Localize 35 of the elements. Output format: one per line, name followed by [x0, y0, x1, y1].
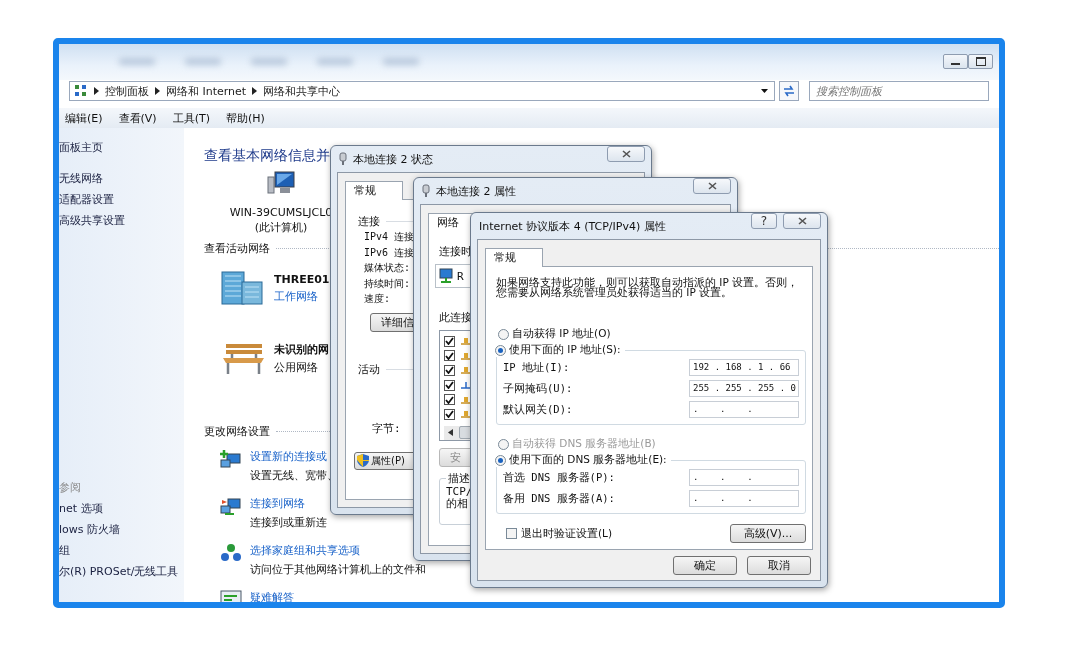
field-label: 首选 DNS 服务器(P):: [503, 470, 615, 485]
group-heading: 连接: [358, 214, 380, 229]
description-text: TCP/: [446, 485, 473, 498]
task-description: 连接到或重新连: [250, 515, 327, 530]
network-type: 公用网络: [274, 359, 319, 375]
see-also-heading: 参阅: [59, 480, 81, 495]
field-label: IP 地址(I):: [503, 360, 570, 375]
section-heading: 查看活动网络: [204, 241, 270, 256]
adapter-name: R: [457, 269, 464, 283]
group-heading: 描述: [447, 470, 471, 486]
field-label: 此连接: [439, 310, 472, 325]
field-label: 媒体状态:: [364, 261, 411, 275]
field-label: IPv6 连接: [364, 245, 415, 260]
field-label: 默认网关(D):: [503, 402, 573, 417]
description-text: 的相: [446, 497, 468, 510]
dialog-title: 本地连接 2 属性: [436, 183, 516, 199]
field-label: 字节:: [372, 420, 401, 436]
description-text: 您需要从网络系统管理员处获得适当的 IP 设置。: [496, 287, 733, 297]
dialog-title: 本地连接 2 状态: [353, 151, 433, 167]
task-description: 设置无线、宽带、: [250, 468, 338, 483]
network-name: THREE01: [274, 272, 330, 286]
field-label: IPv4 连接: [364, 230, 415, 244]
field-label: 子网掩码(U):: [503, 381, 573, 396]
description-text: 如果网络支持此功能，则可以获取自动指派的 IP 设置。否则，: [496, 277, 799, 287]
field-label: 持续时间:: [364, 276, 411, 291]
group-heading: 活动: [358, 361, 380, 377]
computer-name: WIN-39CUMSLJCL0: [229, 205, 333, 220]
computer-caption: (此计算机): [254, 220, 308, 235]
section-heading: 更改网络设置: [204, 424, 270, 439]
network-name: 未识别的网: [274, 341, 329, 357]
field-label: 备用 DNS 服务器(A):: [503, 491, 615, 506]
field-label: 速度:: [364, 292, 391, 306]
task-description: 访问位于其他网络计算机上的文件和: [250, 562, 426, 577]
page-title: 查看基本网络信息并: [204, 146, 330, 165]
field-label: 连接时: [439, 244, 472, 259]
